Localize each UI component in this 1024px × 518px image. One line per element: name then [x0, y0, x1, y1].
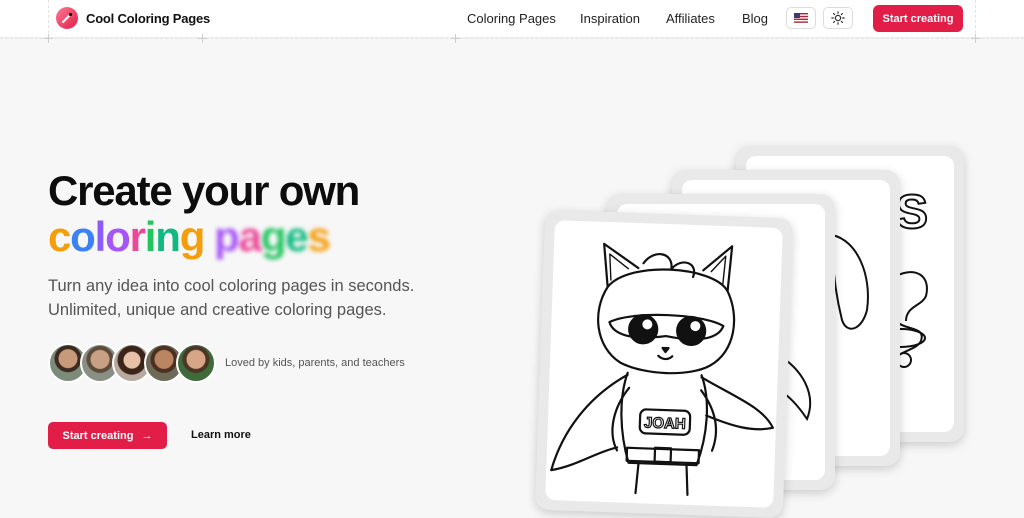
nav-coloring-pages[interactable]: Coloring Pages: [467, 11, 556, 26]
avatar: [176, 343, 216, 383]
gradient-word-coloring: coloring: [48, 213, 205, 260]
learn-more-link[interactable]: Learn more: [191, 429, 251, 441]
brand-logo[interactable]: Cool Coloring Pages: [56, 7, 210, 29]
brush-icon: [56, 7, 78, 29]
start-creating-button[interactable]: Start creating →: [48, 422, 167, 449]
coloring-card-front: JOAH: [534, 209, 794, 518]
grid-cross: [44, 34, 53, 43]
user-avatars: [48, 343, 218, 383]
hero-title-line2: coloring pages: [48, 214, 359, 260]
hero-title: Create your own coloring pages: [48, 167, 360, 260]
nav-blog[interactable]: Blog: [742, 11, 768, 26]
start-creating-header-button[interactable]: Start creating: [873, 5, 963, 32]
arrow-right-icon: →: [141, 429, 153, 442]
sun-icon: [831, 11, 845, 25]
start-creating-label: Start creating: [62, 429, 134, 442]
grid-guide: [0, 38, 1024, 39]
grid-guide: [48, 0, 49, 38]
grid-cross: [451, 34, 460, 43]
site-header: Cool Coloring Pages Coloring Pages Inspi…: [0, 0, 1024, 38]
hero-subtitle-line1: Turn any idea into cool coloring pages i…: [48, 277, 415, 295]
theme-toggle[interactable]: [823, 7, 853, 29]
nav-affiliates[interactable]: Affiliates: [666, 11, 715, 26]
grid-cross: [971, 34, 980, 43]
us-flag-icon: [794, 13, 808, 23]
gradient-word-pages: pages: [214, 213, 331, 260]
social-proof-text: Loved by kids, parents, and teachers: [225, 357, 405, 369]
grid-guide: [975, 0, 976, 38]
hero-title-line1: Create your own: [48, 167, 360, 214]
nav-inspiration[interactable]: Inspiration: [580, 11, 640, 26]
hero-subtitle-line2: Unlimited, unique and creative coloring …: [48, 301, 387, 319]
language-selector[interactable]: [786, 7, 816, 29]
grid-cross: [198, 34, 207, 43]
coloring-card-front-page: JOAH: [545, 220, 783, 508]
card-name: JOAH: [644, 414, 686, 432]
brand-name: Cool Coloring Pages: [86, 10, 211, 26]
superhero-cat-illustration: JOAH: [550, 242, 774, 496]
hero-subtitle: Turn any idea into cool coloring pages i…: [48, 274, 448, 322]
